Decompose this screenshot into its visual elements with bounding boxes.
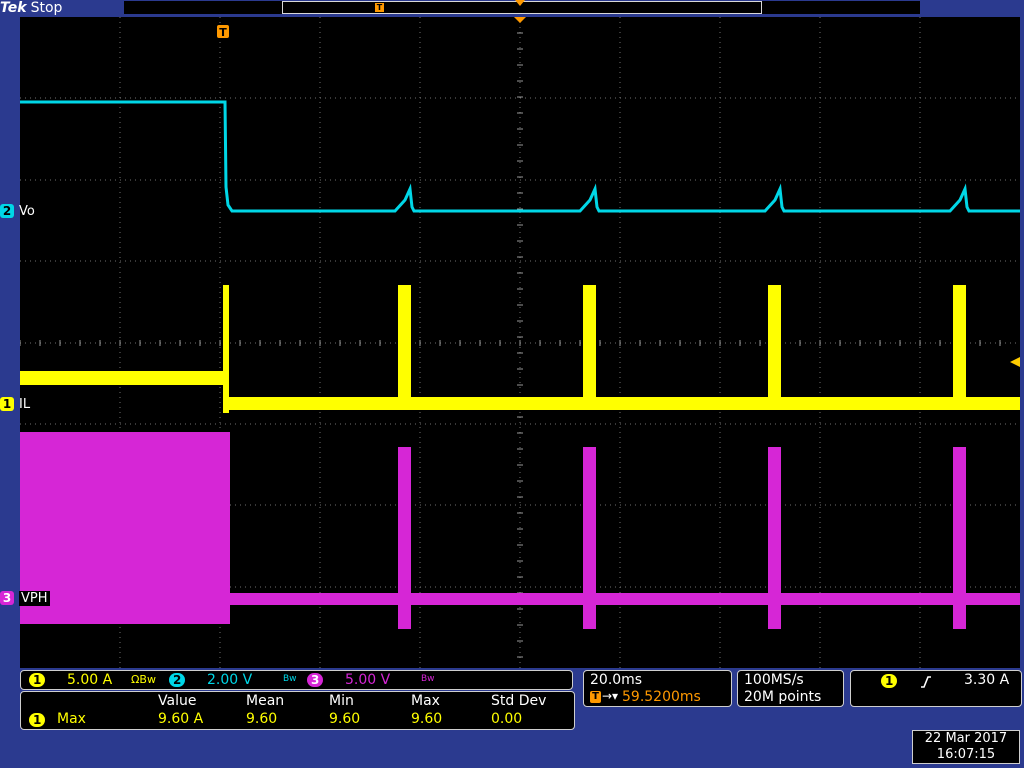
meas-header-min: Min bbox=[329, 693, 354, 709]
vph-pulse bbox=[768, 447, 781, 629]
il-pulse bbox=[953, 285, 966, 410]
ch2-scale-badge: 2 bbox=[169, 673, 186, 687]
channel-2-name: Vo bbox=[19, 204, 35, 219]
ch3-scale-value: 5.00 V bbox=[345, 672, 391, 688]
vph-baseline-segment bbox=[225, 593, 1020, 605]
channel-1-number: 1 bbox=[0, 397, 14, 411]
measurement-panel[interactable]: Value Mean Min Max Std Dev 1 Max 9.60 A … bbox=[20, 691, 575, 730]
ch3-waveform bbox=[20, 432, 1020, 629]
il-pulse bbox=[583, 285, 596, 410]
ch1-waveform bbox=[20, 285, 1020, 413]
channel-2-number: 2 bbox=[0, 204, 14, 218]
time-per-div: 20.0ms bbox=[590, 672, 643, 688]
channel-1-label[interactable]: 1 IL bbox=[0, 397, 30, 412]
meas-header-value: Value bbox=[158, 693, 197, 709]
ch1-scale-badge: 1 bbox=[29, 673, 46, 687]
rising-edge-icon bbox=[921, 676, 931, 688]
vph-switching-block bbox=[20, 432, 230, 624]
ch2-scale-value: 2.00 V bbox=[207, 672, 253, 688]
channel-3-number: 3 bbox=[0, 591, 14, 605]
trigger-position-value: 59.5200ms bbox=[622, 689, 701, 705]
il-step-spike bbox=[223, 285, 229, 413]
datetime-display: 22 Mar 2017 16:07:15 bbox=[912, 730, 1020, 764]
brand: Tek Stop bbox=[0, 0, 62, 17]
expansion-center-icon bbox=[514, 17, 526, 23]
channel-3-label[interactable]: 3 VPH bbox=[0, 591, 50, 606]
meas-max: 9.60 bbox=[411, 711, 443, 727]
expansion-point-icon bbox=[515, 0, 525, 6]
record-trigger-icon: T bbox=[375, 3, 384, 12]
meas-value: 9.60 A bbox=[158, 711, 204, 727]
ch3-scale-badge: 3 bbox=[307, 673, 324, 687]
date: 22 Mar 2017 bbox=[924, 731, 1008, 746]
arrow-right-icon: →▾ bbox=[602, 689, 619, 703]
trigger-marker-letter: T bbox=[219, 26, 227, 39]
channel-2-label[interactable]: 2 Vo bbox=[0, 204, 35, 219]
vph-pulse bbox=[953, 447, 966, 629]
vph-pulse bbox=[398, 447, 411, 629]
trigger-position-icon: T bbox=[590, 691, 601, 703]
waveform-display[interactable]: T bbox=[20, 17, 1020, 668]
acquisition-status: Stop bbox=[30, 0, 63, 16]
meas-mean: 9.60 bbox=[246, 711, 278, 727]
vertical-scale-panel[interactable]: 1 5.00 A ΩBw 2 2.00 V Bw 3 5.00 V Bw bbox=[20, 670, 573, 690]
meas-header-mean: Mean bbox=[246, 693, 285, 709]
trigger-position-marker: T bbox=[217, 25, 229, 39]
il-baseline-segment bbox=[20, 371, 225, 385]
meas-name: Max bbox=[57, 711, 86, 727]
trigger-panel[interactable]: 1 3.30 A bbox=[850, 670, 1022, 707]
il-pulse bbox=[768, 285, 781, 410]
ch2-scale-suffix: Bw bbox=[283, 674, 297, 684]
ch1-scale-suffix: ΩBw bbox=[131, 673, 156, 686]
trigger-level-icon bbox=[1010, 357, 1020, 367]
channel-3-name: VPH bbox=[19, 591, 50, 606]
trigger-level: 3.30 A bbox=[964, 672, 1010, 688]
ch2-waveform bbox=[20, 100, 1020, 213]
waveform-canvas: T bbox=[20, 17, 1020, 668]
trigger-source-badge: 1 bbox=[881, 674, 898, 688]
meas-header-max: Max bbox=[411, 693, 440, 709]
vph-pulse bbox=[583, 447, 596, 629]
timebase-panel[interactable]: 20.0ms T →▾ 59.5200ms bbox=[583, 670, 732, 707]
acquisition-panel[interactable]: 100MS/s 20M points bbox=[737, 670, 844, 707]
meas-header-stddev: Std Dev bbox=[491, 693, 547, 709]
il-pulse bbox=[398, 285, 411, 410]
channel-1-name: IL bbox=[19, 397, 31, 412]
sample-rate: 100MS/s bbox=[744, 672, 804, 688]
meas-channel-badge: 1 bbox=[29, 713, 46, 727]
il-baseline-segment bbox=[223, 397, 1020, 410]
meas-min: 9.60 bbox=[329, 711, 361, 727]
record-length: 20M points bbox=[744, 689, 822, 705]
time: 16:07:15 bbox=[936, 747, 996, 762]
meas-stddev: 0.00 bbox=[491, 711, 523, 727]
top-status-bar: Tek Stop T bbox=[0, 0, 1024, 17]
ch1-scale-value: 5.00 A bbox=[67, 672, 113, 688]
ch3-scale-suffix: Bw bbox=[421, 674, 435, 684]
brand-logo: Tek bbox=[0, 0, 27, 16]
